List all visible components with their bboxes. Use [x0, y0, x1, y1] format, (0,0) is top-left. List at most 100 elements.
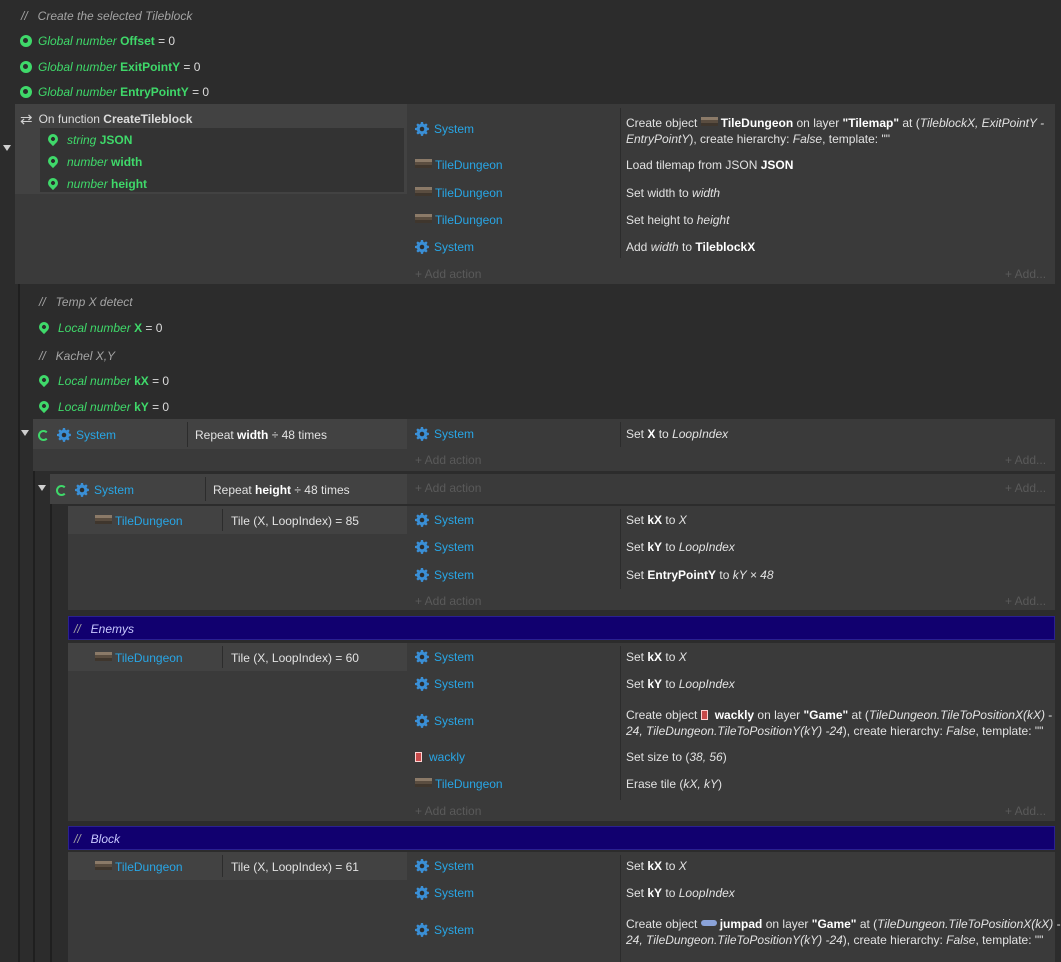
- action-object-wackly[interactable]: wackly: [415, 750, 465, 764]
- action-set-entrypointy[interactable]: Set EntryPointY to kY × 48: [626, 568, 774, 582]
- tilemap-icon: [95, 861, 112, 870]
- action-set-ky[interactable]: Set kY to LoopIndex: [626, 677, 735, 691]
- action-create-jumpad[interactable]: Create object jumpad on layer "Game" at …: [626, 916, 1061, 948]
- divider: [620, 646, 621, 800]
- add-more-button[interactable]: + Add...: [1005, 267, 1046, 281]
- action-object-system[interactable]: System: [415, 568, 474, 582]
- action-set-height[interactable]: Set height to height: [626, 213, 729, 227]
- add-more-button[interactable]: + Add...: [1005, 804, 1046, 818]
- function-cycle-icon: ⇄: [20, 111, 33, 128]
- action-object-system[interactable]: System: [415, 859, 474, 873]
- action-object-system[interactable]: System: [415, 427, 474, 441]
- action-set-x[interactable]: Set X to LoopIndex: [626, 427, 728, 441]
- comment-temp-x[interactable]: //Temp X detect: [39, 295, 133, 309]
- action-set-ky[interactable]: Set kY to LoopIndex: [626, 886, 735, 900]
- globe-icon: [20, 35, 32, 47]
- comment-create-tileblock[interactable]: //Create the selected Tileblock: [21, 9, 192, 23]
- tree-line: [50, 504, 52, 962]
- global-var-entrypointy[interactable]: Global number EntryPointY = 0: [20, 85, 209, 99]
- add-more-button[interactable]: + Add...: [1005, 594, 1046, 608]
- add-action-button[interactable]: + Add action: [415, 267, 481, 281]
- action-object-system[interactable]: System: [415, 540, 474, 554]
- condition-tile-equals-85[interactable]: Tile (X, LoopIndex) = 85: [231, 514, 359, 528]
- tree-line: [33, 470, 35, 962]
- divider: [620, 108, 621, 258]
- add-action-button[interactable]: + Add action: [415, 804, 481, 818]
- action-add-width[interactable]: Add width to TileblockX: [626, 240, 755, 254]
- globe-icon: [20, 86, 32, 98]
- action-object-system[interactable]: System: [415, 714, 474, 728]
- action-object-system[interactable]: System: [415, 677, 474, 691]
- collapse-triangle-icon[interactable]: [21, 430, 29, 436]
- globe-icon: [20, 61, 32, 73]
- pin-icon: [36, 398, 52, 414]
- action-set-size[interactable]: Set size to (38, 56): [626, 750, 727, 764]
- condition-object-tiledungeon[interactable]: TileDungeon: [95, 514, 183, 528]
- action-load-tilemap[interactable]: Load tilemap from JSON JSON: [626, 158, 793, 172]
- action-erase-tile[interactable]: Erase tile (kX, kY): [626, 777, 722, 791]
- wackly-sprite-icon: [415, 752, 422, 762]
- gear-icon: [415, 427, 429, 441]
- add-action-button[interactable]: + Add action: [415, 453, 481, 467]
- pin-icon: [45, 153, 61, 169]
- gear-icon: [415, 650, 429, 664]
- condition-object-system[interactable]: System: [56, 483, 134, 497]
- action-object-system[interactable]: System: [415, 923, 474, 937]
- gear-icon: [415, 122, 429, 136]
- condition-object-system[interactable]: System: [38, 428, 116, 442]
- action-object-tiledungeon[interactable]: TileDungeon: [415, 213, 503, 227]
- action-set-width[interactable]: Set width to width: [626, 186, 720, 200]
- divider: [222, 509, 223, 531]
- add-more-button[interactable]: + Add...: [1005, 453, 1046, 467]
- condition-object-tiledungeon[interactable]: TileDungeon: [95, 860, 183, 874]
- global-var-offset[interactable]: Global number Offset = 0: [20, 34, 175, 48]
- condition-tile-equals-60[interactable]: Tile (X, LoopIndex) = 60: [231, 651, 359, 665]
- comment-slash-icon: //: [74, 832, 81, 846]
- action-set-kx[interactable]: Set kX to X: [626, 513, 687, 527]
- divider: [205, 477, 206, 501]
- param-width[interactable]: number width: [45, 153, 142, 169]
- collapse-triangle-icon[interactable]: [3, 145, 11, 151]
- action-create-wackly[interactable]: Create object wackly on layer "Game" at …: [626, 707, 1052, 739]
- collapse-triangle-icon[interactable]: [38, 485, 46, 491]
- action-object-system[interactable]: System: [415, 650, 474, 664]
- action-set-ky[interactable]: Set kY to LoopIndex: [626, 540, 735, 554]
- add-more-button[interactable]: + Add...: [1005, 481, 1046, 495]
- action-set-kx[interactable]: Set kX to X: [626, 650, 687, 664]
- action-object-tiledungeon[interactable]: TileDungeon: [415, 186, 503, 200]
- divider: [620, 422, 621, 447]
- gear-icon: [415, 714, 429, 728]
- action-set-kx[interactable]: Set kX to X: [626, 859, 687, 873]
- action-object-tiledungeon[interactable]: TileDungeon: [415, 158, 503, 172]
- action-object-system[interactable]: System: [415, 240, 474, 254]
- condition-repeat-width[interactable]: Repeat width ÷ 48 times: [195, 428, 327, 442]
- group-block[interactable]: [68, 826, 1055, 850]
- tilemap-icon: [95, 515, 112, 524]
- group-enemys-title[interactable]: //Enemys: [74, 622, 134, 636]
- condition-tile-equals-61[interactable]: Tile (X, LoopIndex) = 61: [231, 860, 359, 874]
- pin-icon: [36, 319, 52, 335]
- group-enemys[interactable]: [68, 616, 1055, 640]
- param-json[interactable]: string JSON: [45, 131, 132, 147]
- comment-slash-icon: //: [39, 295, 46, 309]
- group-block-title[interactable]: //Block: [74, 832, 120, 846]
- global-var-exitpointy[interactable]: Global number ExitPointY = 0: [20, 60, 200, 74]
- function-title[interactable]: ⇄ On function CreateTileblock: [20, 110, 192, 128]
- condition-repeat-height[interactable]: Repeat height ÷ 48 times: [213, 483, 350, 497]
- action-object-system[interactable]: System: [415, 122, 474, 136]
- local-var-ky[interactable]: Local number kY = 0: [36, 398, 169, 414]
- comment-kachel[interactable]: //Kachel X,Y: [39, 349, 115, 363]
- local-var-kx[interactable]: Local number kX = 0: [36, 372, 169, 388]
- param-height[interactable]: number height: [45, 175, 147, 191]
- condition-object-tiledungeon[interactable]: TileDungeon: [95, 651, 183, 665]
- comment-slash-icon: //: [74, 622, 81, 636]
- tree-line: [18, 284, 20, 962]
- add-action-button[interactable]: + Add action: [415, 481, 481, 495]
- action-object-tiledungeon[interactable]: TileDungeon: [415, 777, 503, 791]
- local-var-x[interactable]: Local number X = 0: [36, 319, 162, 335]
- action-object-system[interactable]: System: [415, 886, 474, 900]
- tilemap-icon: [415, 187, 432, 196]
- add-action-button[interactable]: + Add action: [415, 594, 481, 608]
- action-object-system[interactable]: System: [415, 513, 474, 527]
- action-create-tiledungeon[interactable]: Create object TileDungeon on layer "Tile…: [626, 115, 1044, 147]
